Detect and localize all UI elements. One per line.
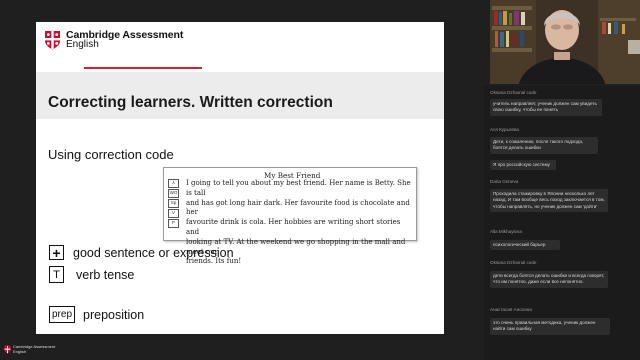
chat-message[interactable]: это очень правильная методика, ученик до…: [490, 318, 610, 335]
speaker-video[interactable]: [490, 0, 640, 84]
chat-sender: Daria Grineva: [490, 179, 519, 184]
title-divider: [84, 67, 202, 69]
speaker-video-frame: [490, 0, 640, 84]
example-line: I going to tell you about my best friend…: [186, 179, 411, 197]
code-mark: V: [168, 209, 179, 218]
cambridge-shield-icon: [45, 31, 60, 50]
code-mark: P: [168, 219, 179, 228]
meeting-window: { "slide": { "brand_line1": "Cambridge A…: [0, 0, 640, 360]
footer-logo-line2: English: [13, 348, 27, 354]
chat-message[interactable]: Проходила стажировку в Японии несколько …: [490, 189, 608, 212]
footer-logo: Cambridge Assessment English: [4, 344, 55, 354]
chat-sender: Oksana Dzhamal code: [490, 90, 537, 95]
code-mark: WO: [168, 189, 179, 198]
title-band: Correcting learners. Written correction: [36, 72, 444, 119]
code-mark: Sp: [168, 199, 179, 208]
chat-message[interactable]: учитель направляет, ученик должен сам ув…: [490, 99, 602, 116]
chat-panel[interactable]: Oksana Dzhamal code учитель направляет, …: [484, 86, 640, 360]
brand-line2: English: [66, 39, 99, 50]
legend-label: verb tense: [76, 267, 135, 282]
correction-code-margin: ⅄ WO Sp V P: [168, 179, 179, 228]
chat-sender: Alla Mikhaylova: [490, 229, 522, 234]
example-line: favourite drink is cola. Her hobbies are…: [186, 218, 401, 236]
legend-tense: T verb tense: [49, 266, 134, 283]
slide-subtitle: Using correction code: [48, 147, 174, 162]
chat-message[interactable]: Я про российскую систему: [490, 160, 556, 171]
code-mark: ⅄: [168, 179, 179, 188]
cambridge-shield-icon: [4, 345, 11, 354]
legend-label: preposition: [83, 307, 145, 322]
legend-label: good sentence or expression: [73, 245, 234, 260]
chat-sender: Ася Курьяева: [490, 127, 519, 132]
slide-title: Correcting learners. Written correction: [48, 94, 333, 111]
chat-message[interactable]: психологический барьер: [490, 240, 560, 251]
shared-slide: Cambridge Assessment English Correcting …: [36, 22, 444, 334]
example-text-box: My Best Friend ⅄ WO Sp V P I going to te…: [163, 167, 417, 265]
cambridge-logo: Cambridge Assessment English: [44, 30, 183, 50]
legend-code-plus: +: [49, 245, 64, 261]
legend-prep: prep preposition: [49, 306, 144, 323]
chat-sender: Анастасия Аносина: [490, 307, 532, 312]
chat-sender: Oksana Dzhamal code: [490, 260, 537, 265]
chat-message[interactable]: Дети, к сожалению, после такого подхода,…: [490, 137, 598, 154]
legend-code-t: T: [49, 266, 64, 283]
example-line: and has got long hair dark. Her favourit…: [186, 198, 410, 217]
chat-message[interactable]: дети всегда боятся делать ошибки и всегд…: [490, 271, 608, 288]
legend-code-prep: prep: [49, 306, 75, 323]
legend-good: + good sentence or expression: [49, 245, 234, 261]
